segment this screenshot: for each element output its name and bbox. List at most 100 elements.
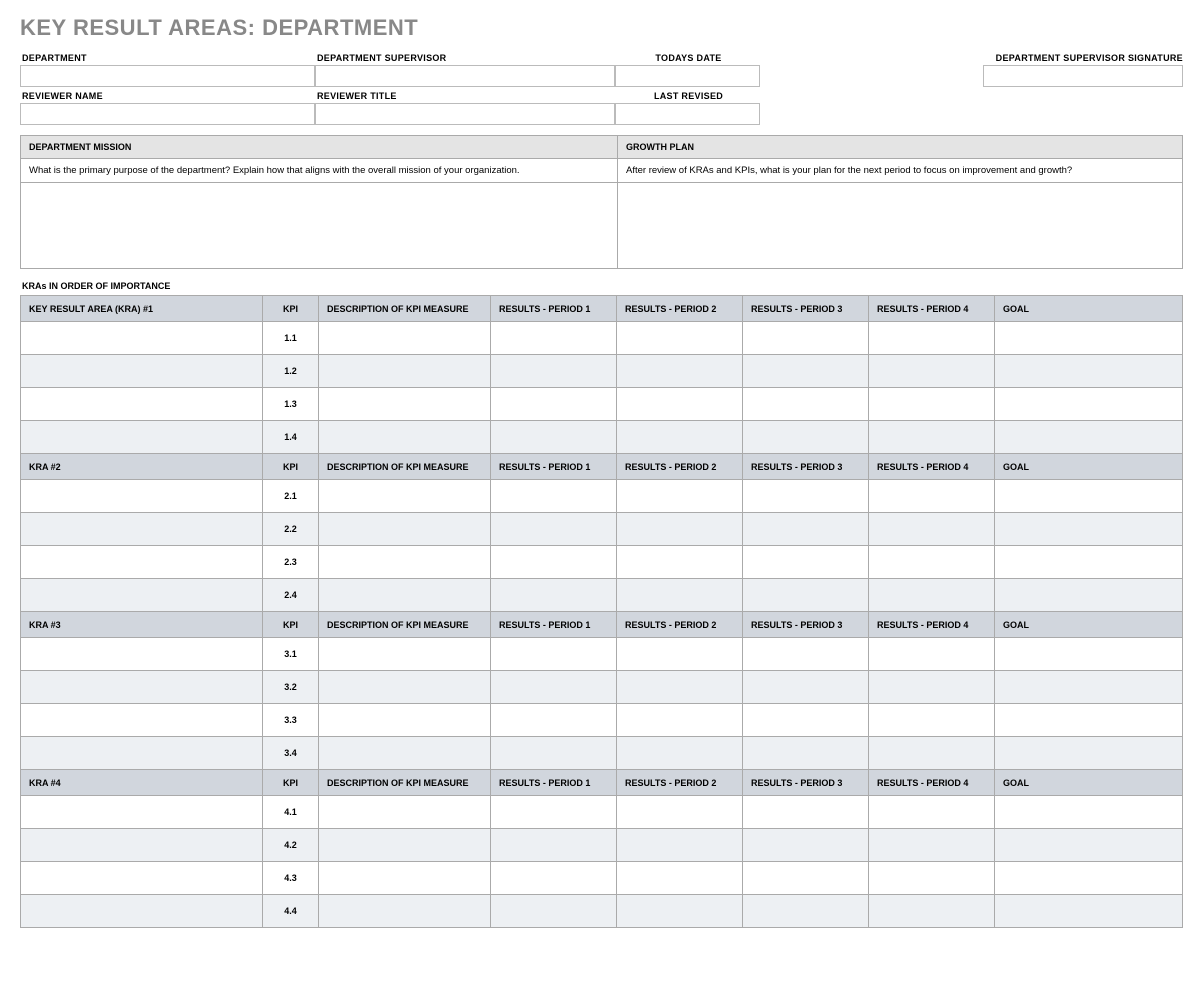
kra-name-cell[interactable] <box>21 579 263 612</box>
kpi-desc-cell[interactable] <box>319 579 491 612</box>
kra-name-cell[interactable] <box>21 513 263 546</box>
period3-cell[interactable] <box>743 704 869 737</box>
kpi-desc-cell[interactable] <box>319 704 491 737</box>
period1-cell[interactable] <box>491 829 617 862</box>
field-signature[interactable] <box>983 65 1183 87</box>
period2-cell[interactable] <box>617 355 743 388</box>
period2-cell[interactable] <box>617 796 743 829</box>
goal-cell[interactable] <box>995 480 1183 513</box>
kpi-desc-cell[interactable] <box>319 829 491 862</box>
period2-cell[interactable] <box>617 579 743 612</box>
period4-cell[interactable] <box>869 829 995 862</box>
period3-cell[interactable] <box>743 546 869 579</box>
kra-name-cell[interactable] <box>21 388 263 421</box>
goal-cell[interactable] <box>995 796 1183 829</box>
period1-cell[interactable] <box>491 704 617 737</box>
period3-cell[interactable] <box>743 322 869 355</box>
kpi-desc-cell[interactable] <box>319 895 491 928</box>
goal-cell[interactable] <box>995 671 1183 704</box>
period2-cell[interactable] <box>617 862 743 895</box>
period2-cell[interactable] <box>617 513 743 546</box>
goal-cell[interactable] <box>995 546 1183 579</box>
goal-cell[interactable] <box>995 388 1183 421</box>
period2-cell[interactable] <box>617 638 743 671</box>
period4-cell[interactable] <box>869 704 995 737</box>
kpi-desc-cell[interactable] <box>319 671 491 704</box>
period1-cell[interactable] <box>491 895 617 928</box>
kra-name-cell[interactable] <box>21 671 263 704</box>
kpi-desc-cell[interactable] <box>319 355 491 388</box>
period2-cell[interactable] <box>617 671 743 704</box>
kpi-desc-cell[interactable] <box>319 796 491 829</box>
period2-cell[interactable] <box>617 480 743 513</box>
goal-cell[interactable] <box>995 829 1183 862</box>
period1-cell[interactable] <box>491 388 617 421</box>
kpi-desc-cell[interactable] <box>319 638 491 671</box>
period1-cell[interactable] <box>491 579 617 612</box>
period2-cell[interactable] <box>617 829 743 862</box>
kpi-desc-cell[interactable] <box>319 480 491 513</box>
kpi-desc-cell[interactable] <box>319 322 491 355</box>
period4-cell[interactable] <box>869 421 995 454</box>
field-todays-date[interactable] <box>615 65 760 87</box>
period3-cell[interactable] <box>743 421 869 454</box>
goal-cell[interactable] <box>995 322 1183 355</box>
period4-cell[interactable] <box>869 737 995 770</box>
period2-cell[interactable] <box>617 388 743 421</box>
period1-cell[interactable] <box>491 862 617 895</box>
period1-cell[interactable] <box>491 480 617 513</box>
goal-cell[interactable] <box>995 895 1183 928</box>
period1-cell[interactable] <box>491 421 617 454</box>
field-department[interactable] <box>20 65 315 87</box>
period1-cell[interactable] <box>491 796 617 829</box>
period4-cell[interactable] <box>869 355 995 388</box>
period3-cell[interactable] <box>743 388 869 421</box>
period4-cell[interactable] <box>869 513 995 546</box>
kra-name-cell[interactable] <box>21 737 263 770</box>
period3-cell[interactable] <box>743 579 869 612</box>
goal-cell[interactable] <box>995 704 1183 737</box>
period3-cell[interactable] <box>743 638 869 671</box>
period4-cell[interactable] <box>869 796 995 829</box>
period4-cell[interactable] <box>869 638 995 671</box>
period4-cell[interactable] <box>869 862 995 895</box>
field-supervisor[interactable] <box>315 65 615 87</box>
period4-cell[interactable] <box>869 322 995 355</box>
kra-name-cell[interactable] <box>21 546 263 579</box>
goal-cell[interactable] <box>995 638 1183 671</box>
period4-cell[interactable] <box>869 671 995 704</box>
kra-name-cell[interactable] <box>21 638 263 671</box>
kpi-desc-cell[interactable] <box>319 546 491 579</box>
goal-cell[interactable] <box>995 355 1183 388</box>
period3-cell[interactable] <box>743 480 869 513</box>
goal-cell[interactable] <box>995 737 1183 770</box>
period2-cell[interactable] <box>617 322 743 355</box>
field-reviewer-title[interactable] <box>315 103 615 125</box>
period4-cell[interactable] <box>869 895 995 928</box>
goal-cell[interactable] <box>995 513 1183 546</box>
period4-cell[interactable] <box>869 388 995 421</box>
period3-cell[interactable] <box>743 829 869 862</box>
kra-name-cell[interactable] <box>21 895 263 928</box>
period3-cell[interactable] <box>743 513 869 546</box>
period2-cell[interactable] <box>617 421 743 454</box>
growth-body[interactable] <box>618 183 1182 268</box>
kpi-desc-cell[interactable] <box>319 737 491 770</box>
goal-cell[interactable] <box>995 862 1183 895</box>
period4-cell[interactable] <box>869 546 995 579</box>
period2-cell[interactable] <box>617 737 743 770</box>
period1-cell[interactable] <box>491 546 617 579</box>
period2-cell[interactable] <box>617 546 743 579</box>
period1-cell[interactable] <box>491 671 617 704</box>
period3-cell[interactable] <box>743 671 869 704</box>
period1-cell[interactable] <box>491 513 617 546</box>
period1-cell[interactable] <box>491 322 617 355</box>
period3-cell[interactable] <box>743 862 869 895</box>
period1-cell[interactable] <box>491 737 617 770</box>
period4-cell[interactable] <box>869 579 995 612</box>
field-last-revised[interactable] <box>615 103 760 125</box>
field-reviewer-name[interactable] <box>20 103 315 125</box>
period3-cell[interactable] <box>743 737 869 770</box>
goal-cell[interactable] <box>995 579 1183 612</box>
kpi-desc-cell[interactable] <box>319 388 491 421</box>
